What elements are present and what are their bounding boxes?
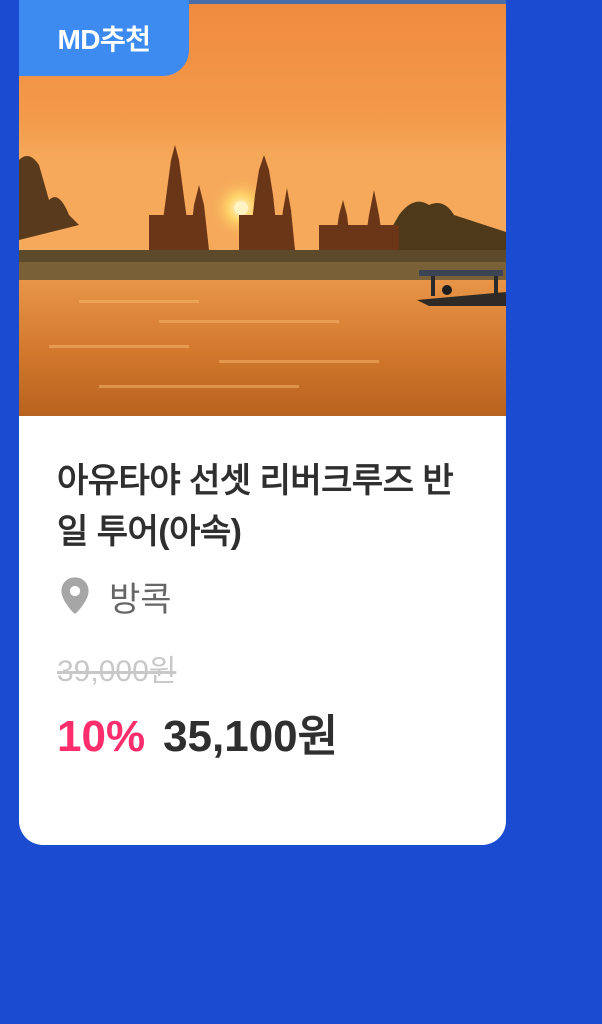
location-row: 방콕 xyxy=(57,576,476,619)
md-recommend-badge: MD추천 xyxy=(19,0,189,76)
product-card[interactable]: MD추천 아유타야 선셋 리버크루즈 반일 투어(아속) 방콕 39,000원 … xyxy=(19,0,506,845)
sale-price: 35,100원 xyxy=(163,712,339,761)
discount-rate: 10% xyxy=(57,712,146,761)
product-image[interactable]: MD추천 xyxy=(19,0,506,416)
price-row: 10% 35,100원 xyxy=(57,700,476,761)
location-pin-icon xyxy=(61,577,89,614)
card-body: 아유타야 선셋 리버크루즈 반일 투어(아속) 방콕 39,000원 10% 3… xyxy=(19,416,506,761)
original-price: 39,000원 xyxy=(57,655,177,688)
product-title[interactable]: 아유타야 선셋 리버크루즈 반일 투어(아속) xyxy=(57,456,477,558)
location-label: 방콕 xyxy=(109,580,172,619)
